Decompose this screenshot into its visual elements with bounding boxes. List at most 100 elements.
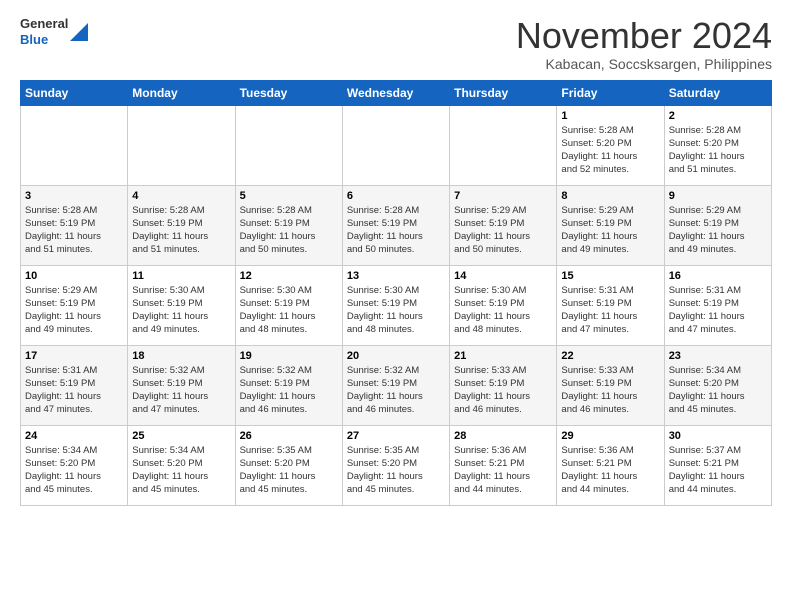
day-info: Sunrise: 5:29 AMSunset: 5:19 PMDaylight:… [454, 204, 552, 257]
day-cell: 18 Sunrise: 5:32 AMSunset: 5:19 PMDayligh… [128, 345, 235, 425]
day-cell: 26 Sunrise: 5:35 AMSunset: 5:20 PMDayligh… [235, 425, 342, 505]
day-cell [450, 105, 557, 185]
weekday-monday: Monday [128, 80, 235, 105]
day-cell: 27Sunrise: 5:35 AMSunset: 5:20 PMDayligh… [342, 425, 449, 505]
day-cell: 21 Sunrise: 5:33 AMSunset: 5:19 PMDayligh… [450, 345, 557, 425]
day-cell: 19 Sunrise: 5:32 AMSunset: 5:19 PMDayligh… [235, 345, 342, 425]
day-number: 19 [240, 350, 338, 362]
day-number: 5 [240, 190, 338, 202]
day-info: Sunrise: 5:33 AMSunset: 5:19 PMDaylight:… [454, 364, 552, 417]
day-info: Sunrise: 5:34 AMSunset: 5:20 PMDaylight:… [132, 444, 230, 497]
day-number: 9 [669, 190, 767, 202]
logo-general: General [20, 16, 68, 32]
day-cell: 15Sunrise: 5:31 AMSunset: 5:19 PMDayligh… [557, 265, 664, 345]
calendar-table: SundayMondayTuesdayWednesdayThursdayFrid… [20, 80, 772, 506]
day-info: Sunrise: 5:35 AMSunset: 5:20 PMDaylight:… [240, 444, 338, 497]
day-cell: 5 Sunrise: 5:28 AMSunset: 5:19 PMDaylight… [235, 185, 342, 265]
day-number: 17 [25, 350, 123, 362]
header: General Blue November 2024 Kabacan, Socc… [20, 16, 772, 72]
week-row-5: 24Sunrise: 5:34 AMSunset: 5:20 PMDayligh… [21, 425, 772, 505]
day-cell: 7Sunrise: 5:29 AMSunset: 5:19 PMDaylight… [450, 185, 557, 265]
day-cell: 29Sunrise: 5:36 AMSunset: 5:21 PMDayligh… [557, 425, 664, 505]
day-number: 21 [454, 350, 552, 362]
month-title: November 2024 [516, 16, 772, 56]
day-info: Sunrise: 5:31 AMSunset: 5:19 PMDaylight:… [669, 284, 767, 337]
day-info: Sunrise: 5:29 AMSunset: 5:19 PMDaylight:… [25, 284, 123, 337]
day-info: Sunrise: 5:29 AMSunset: 5:19 PMDaylight:… [669, 204, 767, 257]
day-info: Sunrise: 5:36 AMSunset: 5:21 PMDaylight:… [561, 444, 659, 497]
subtitle: Kabacan, Soccsksargen, Philippines [516, 56, 772, 72]
day-info: Sunrise: 5:28 AMSunset: 5:20 PMDaylight:… [561, 124, 659, 177]
day-number: 23 [669, 350, 767, 362]
day-info: Sunrise: 5:30 AMSunset: 5:19 PMDaylight:… [132, 284, 230, 337]
weekday-saturday: Saturday [664, 80, 771, 105]
day-cell: 28 Sunrise: 5:36 AMSunset: 5:21 PMDayligh… [450, 425, 557, 505]
day-number: 16 [669, 270, 767, 282]
day-number: 13 [347, 270, 445, 282]
week-row-2: 3 Sunrise: 5:28 AMSunset: 5:19 PMDaylight… [21, 185, 772, 265]
day-number: 26 [240, 430, 338, 442]
day-info: Sunrise: 5:28 AMSunset: 5:19 PMDaylight:… [132, 204, 230, 257]
day-number: 20 [347, 350, 445, 362]
logo-blue: Blue [20, 32, 68, 48]
calendar-header: SundayMondayTuesdayWednesdayThursdayFrid… [21, 80, 772, 105]
day-number: 10 [25, 270, 123, 282]
day-cell: 12 Sunrise: 5:30 AMSunset: 5:19 PMDayligh… [235, 265, 342, 345]
day-cell: 13 Sunrise: 5:30 AMSunset: 5:19 PMDayligh… [342, 265, 449, 345]
day-cell: 24Sunrise: 5:34 AMSunset: 5:20 PMDayligh… [21, 425, 128, 505]
day-number: 12 [240, 270, 338, 282]
page: General Blue November 2024 Kabacan, Socc… [0, 0, 792, 526]
day-info: Sunrise: 5:30 AMSunset: 5:19 PMDaylight:… [454, 284, 552, 337]
logo-icon [70, 19, 88, 41]
day-number: 28 [454, 430, 552, 442]
day-number: 27 [347, 430, 445, 442]
day-info: Sunrise: 5:32 AMSunset: 5:19 PMDaylight:… [240, 364, 338, 417]
day-info: Sunrise: 5:28 AMSunset: 5:20 PMDaylight:… [669, 124, 767, 177]
day-info: Sunrise: 5:37 AMSunset: 5:21 PMDaylight:… [669, 444, 767, 497]
day-info: Sunrise: 5:30 AMSunset: 5:19 PMDaylight:… [347, 284, 445, 337]
day-cell: 23 Sunrise: 5:34 AMSunset: 5:20 PMDayligh… [664, 345, 771, 425]
day-cell: 9 Sunrise: 5:29 AMSunset: 5:19 PMDaylight… [664, 185, 771, 265]
day-info: Sunrise: 5:29 AMSunset: 5:19 PMDaylight:… [561, 204, 659, 257]
day-info: Sunrise: 5:32 AMSunset: 5:19 PMDaylight:… [132, 364, 230, 417]
day-number: 18 [132, 350, 230, 362]
day-cell: 8 Sunrise: 5:29 AMSunset: 5:19 PMDaylight… [557, 185, 664, 265]
logo-text: General Blue [20, 16, 68, 47]
day-cell: 22 Sunrise: 5:33 AMSunset: 5:19 PMDayligh… [557, 345, 664, 425]
day-number: 6 [347, 190, 445, 202]
day-cell: 16 Sunrise: 5:31 AMSunset: 5:19 PMDayligh… [664, 265, 771, 345]
weekday-thursday: Thursday [450, 80, 557, 105]
day-number: 25 [132, 430, 230, 442]
day-info: Sunrise: 5:33 AMSunset: 5:19 PMDaylight:… [561, 364, 659, 417]
week-row-4: 17Sunrise: 5:31 AMSunset: 5:19 PMDayligh… [21, 345, 772, 425]
day-number: 14 [454, 270, 552, 282]
day-number: 22 [561, 350, 659, 362]
logo: General Blue [20, 16, 88, 47]
day-cell: 20Sunrise: 5:32 AMSunset: 5:19 PMDayligh… [342, 345, 449, 425]
day-cell: 10 Sunrise: 5:29 AMSunset: 5:19 PMDayligh… [21, 265, 128, 345]
weekday-tuesday: Tuesday [235, 80, 342, 105]
day-cell: 1Sunrise: 5:28 AMSunset: 5:20 PMDaylight… [557, 105, 664, 185]
day-cell: 25 Sunrise: 5:34 AMSunset: 5:20 PMDayligh… [128, 425, 235, 505]
week-row-1: 1Sunrise: 5:28 AMSunset: 5:20 PMDaylight… [21, 105, 772, 185]
day-info: Sunrise: 5:28 AMSunset: 5:19 PMDaylight:… [347, 204, 445, 257]
day-cell [21, 105, 128, 185]
day-cell: 17Sunrise: 5:31 AMSunset: 5:19 PMDayligh… [21, 345, 128, 425]
day-info: Sunrise: 5:36 AMSunset: 5:21 PMDaylight:… [454, 444, 552, 497]
week-row-3: 10 Sunrise: 5:29 AMSunset: 5:19 PMDayligh… [21, 265, 772, 345]
day-info: Sunrise: 5:31 AMSunset: 5:19 PMDaylight:… [561, 284, 659, 337]
day-cell [235, 105, 342, 185]
day-number: 30 [669, 430, 767, 442]
day-number: 11 [132, 270, 230, 282]
day-cell [128, 105, 235, 185]
day-cell: 2 Sunrise: 5:28 AMSunset: 5:20 PMDaylight… [664, 105, 771, 185]
day-info: Sunrise: 5:34 AMSunset: 5:20 PMDaylight:… [25, 444, 123, 497]
weekday-friday: Friday [557, 80, 664, 105]
day-info: Sunrise: 5:30 AMSunset: 5:19 PMDaylight:… [240, 284, 338, 337]
weekday-header-row: SundayMondayTuesdayWednesdayThursdayFrid… [21, 80, 772, 105]
day-number: 8 [561, 190, 659, 202]
day-number: 3 [25, 190, 123, 202]
day-number: 2 [669, 110, 767, 122]
day-info: Sunrise: 5:28 AMSunset: 5:19 PMDaylight:… [240, 204, 338, 257]
day-info: Sunrise: 5:34 AMSunset: 5:20 PMDaylight:… [669, 364, 767, 417]
